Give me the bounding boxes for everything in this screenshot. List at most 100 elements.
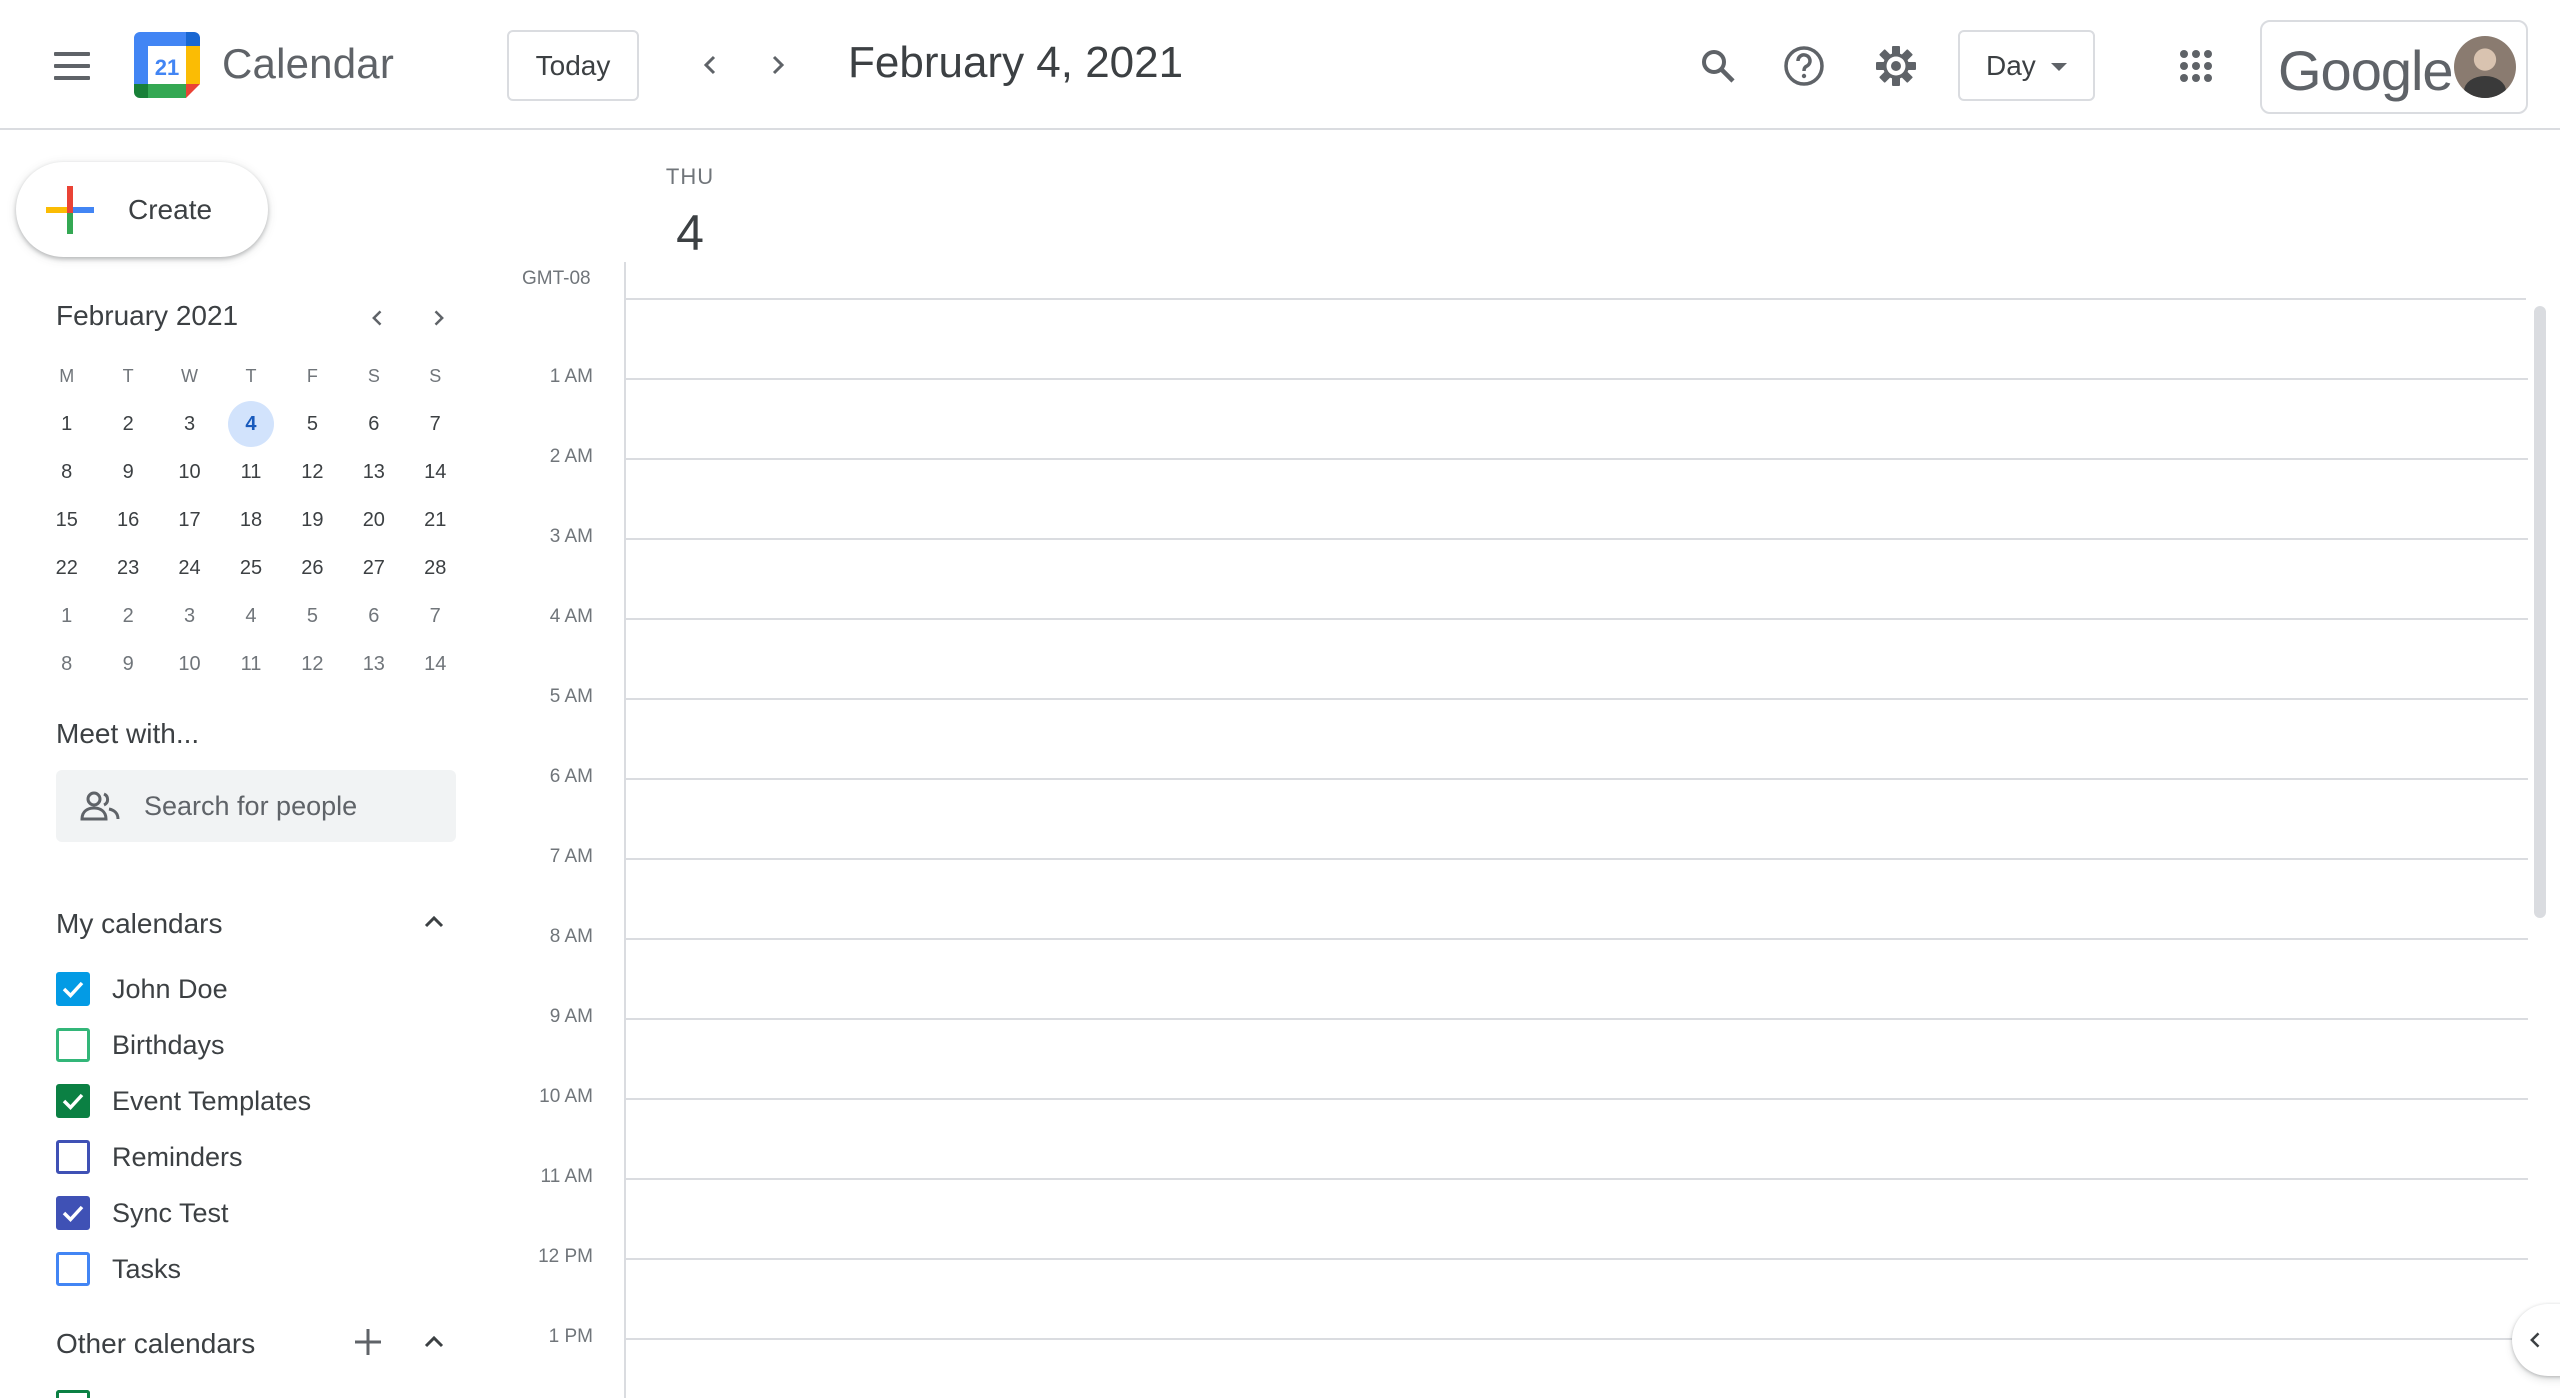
mini-calendar-day[interactable]: 8 (36, 448, 97, 496)
unchecked-checkbox[interactable] (56, 1140, 90, 1174)
mini-calendar-day[interactable]: 16 (97, 496, 158, 544)
mini-calendar-day[interactable]: 12 (282, 448, 343, 496)
today-button[interactable]: Today (507, 30, 639, 101)
mini-calendar-day[interactable]: 3 (159, 592, 220, 640)
mini-calendar-day[interactable]: 26 (282, 544, 343, 592)
mini-calendar-day[interactable]: 15 (36, 496, 97, 544)
mini-calendar-day[interactable]: 4 (220, 592, 281, 640)
checked-checkbox[interactable] (56, 1084, 90, 1118)
mini-calendar-day[interactable]: 22 (36, 544, 97, 592)
calendar-item[interactable]: Reminders (56, 1132, 243, 1182)
main-menu-icon[interactable] (48, 46, 96, 86)
app-title: Calendar (222, 40, 395, 87)
google-apps-button[interactable] (2166, 36, 2226, 96)
view-switcher-dropdown[interactable]: Day (1958, 30, 2095, 101)
unchecked-checkbox[interactable] (56, 1028, 90, 1062)
mini-calendar-day[interactable]: 7 (405, 400, 466, 448)
calendar-item[interactable]: Birthdays (56, 1020, 225, 1070)
mini-calendar-day[interactable]: 23 (97, 544, 158, 592)
mini-calendar-day[interactable]: 5 (282, 400, 343, 448)
day-column-header[interactable]: THU 4 (620, 164, 760, 262)
previous-period-button[interactable] (686, 40, 736, 90)
chevron-up-icon (424, 915, 444, 928)
mini-calendar-day[interactable]: 11 (220, 448, 281, 496)
mini-calendar-day[interactable]: 14 (405, 640, 466, 688)
mini-calendar-day[interactable]: 13 (343, 448, 404, 496)
checked-checkbox[interactable] (56, 972, 90, 1006)
other-calendars-title[interactable]: Other calendars (56, 1328, 255, 1360)
mini-calendar-prev-button[interactable] (356, 296, 400, 340)
chevron-up-icon (424, 1335, 444, 1348)
search-button[interactable] (1688, 36, 1748, 96)
hour-gridline (626, 778, 2528, 780)
mini-calendar-day[interactable]: 1 (36, 592, 97, 640)
calendar-item[interactable]: Tasks (56, 1244, 181, 1294)
avatar[interactable] (2454, 36, 2516, 98)
next-period-button[interactable] (752, 40, 802, 90)
mini-calendar-day[interactable]: 9 (97, 448, 158, 496)
chevron-right-icon (434, 310, 444, 326)
mini-calendar-day[interactable]: 6 (343, 400, 404, 448)
people-search-input[interactable] (144, 770, 444, 842)
grid-scrollbar[interactable] (2534, 306, 2546, 918)
mini-calendar-day[interactable]: 7 (405, 592, 466, 640)
mini-calendar-day[interactable]: 10 (159, 448, 220, 496)
mini-calendar-day[interactable]: 1 (36, 400, 97, 448)
my-calendars-title[interactable]: My calendars (56, 908, 223, 940)
mini-calendar-day[interactable]: 2 (97, 592, 158, 640)
mini-calendar-week: 1234567 (36, 400, 466, 448)
my-calendars-collapse-button[interactable] (414, 902, 454, 942)
mini-calendar-day[interactable]: 18 (220, 496, 281, 544)
settings-button[interactable] (1866, 36, 1926, 96)
mini-calendar-day[interactable]: 25 (220, 544, 281, 592)
mini-calendar-day[interactable]: 8 (36, 640, 97, 688)
mini-calendar-day[interactable]: 10 (159, 640, 220, 688)
mini-calendar-day[interactable]: 12 (282, 640, 343, 688)
help-button[interactable] (1774, 36, 1834, 96)
mini-calendar-day[interactable]: 19 (282, 496, 343, 544)
other-calendars-collapse-button[interactable] (414, 1322, 454, 1362)
mini-calendar-day[interactable]: 20 (343, 496, 404, 544)
mini-calendar-day[interactable]: 11 (220, 640, 281, 688)
hour-gridline (626, 858, 2528, 860)
mini-calendar-day[interactable]: 14 (405, 448, 466, 496)
day-number[interactable]: 4 (620, 204, 760, 262)
mini-calendar-day[interactable]: 6 (343, 592, 404, 640)
gear-icon (1876, 46, 1916, 86)
mini-calendar-week: 8 9 10 11 12 13 14 (36, 448, 466, 496)
mini-calendar-day[interactable]: 5 (282, 592, 343, 640)
checked-checkbox[interactable] (56, 1196, 90, 1230)
apps-grid-icon (2180, 50, 2212, 82)
add-other-calendar-button[interactable] (348, 1322, 388, 1362)
hour-gridline (626, 458, 2528, 460)
calendar-item[interactable]: Sync Test (56, 1188, 229, 1238)
weekday-label: W (181, 365, 199, 386)
chevron-right-icon (772, 55, 785, 75)
mini-calendar-next-button[interactable] (416, 296, 460, 340)
hour-label: 4 AM (549, 606, 593, 627)
mini-calendar-day[interactable]: 28 (405, 544, 466, 592)
calendar-item[interactable]: John Doe (56, 964, 228, 1014)
create-event-button[interactable]: Create (16, 162, 268, 257)
mini-calendar-day[interactable]: 2 (97, 400, 158, 448)
other-calendar-checkbox[interactable] (56, 1390, 90, 1398)
mini-calendar-day[interactable]: 17 (159, 496, 220, 544)
hour-gridline (626, 1178, 2528, 1180)
dropdown-caret-icon (2051, 63, 2067, 71)
mini-calendar-day[interactable]: 27 (343, 544, 404, 592)
mini-calendar-day[interactable]: 9 (97, 640, 158, 688)
google-account-button[interactable]: Google (2260, 20, 2528, 114)
mini-calendar-day[interactable]: 3 (159, 400, 220, 448)
mini-calendar-day[interactable]: 21 (405, 496, 466, 544)
mini-calendar-day[interactable]: 4 (220, 400, 281, 448)
view-switcher-label: Day (1986, 49, 2036, 81)
day-time-grid[interactable] (624, 298, 2528, 1398)
calendar-item[interactable]: Event Templates (56, 1076, 311, 1126)
hour-label: 11 AM (540, 1166, 593, 1187)
checkmark-icon (62, 981, 84, 999)
people-search-box[interactable] (56, 770, 456, 842)
mini-calendar-grid: M T W T F S S 1 2 3 4 5 6 7 8 9 10 11 12 13 14 15 16 17 18 19 20 21… (36, 352, 466, 688)
mini-calendar-day[interactable]: 24 (159, 544, 220, 592)
mini-calendar-day[interactable]: 13 (343, 640, 404, 688)
unchecked-checkbox[interactable] (56, 1252, 90, 1286)
